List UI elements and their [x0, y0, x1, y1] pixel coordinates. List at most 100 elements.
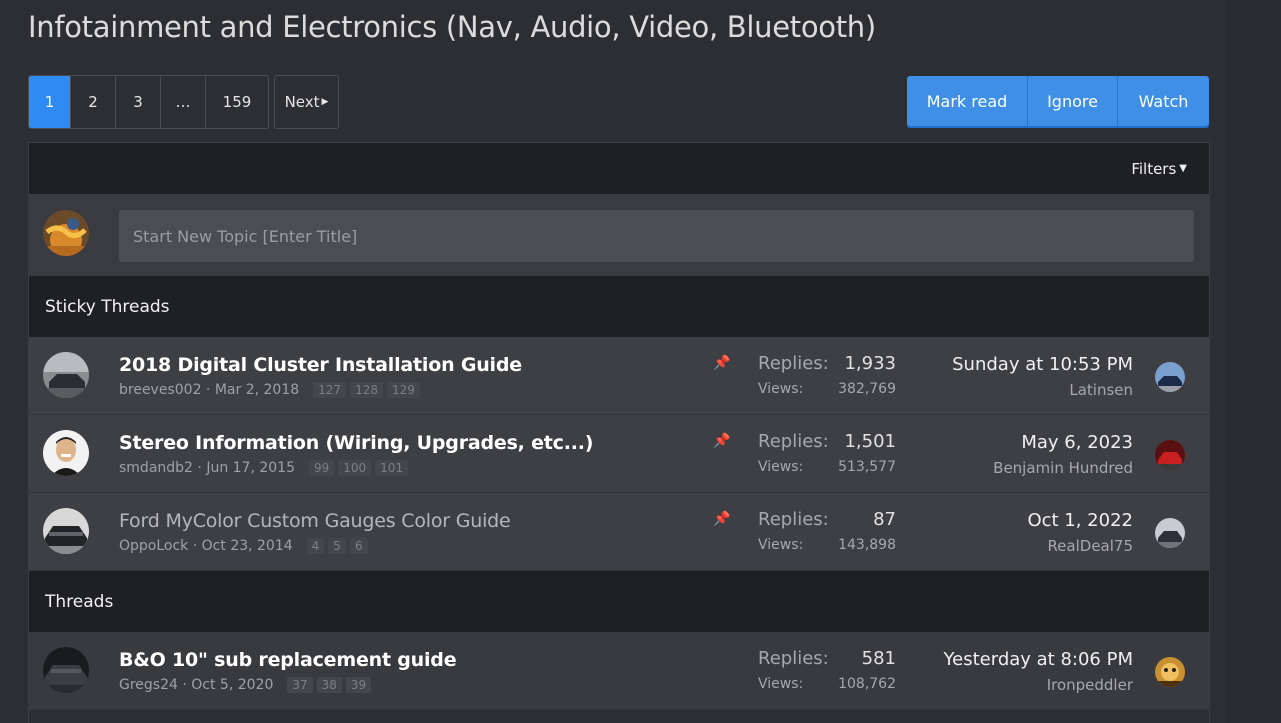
watch-button[interactable]: Watch [1118, 76, 1209, 126]
pin-icon: 📌 [713, 355, 731, 371]
avatar[interactable] [43, 210, 89, 256]
sticky-thread-row[interactable]: Stereo Information (Wiring, Upgrades, et… [29, 415, 1209, 493]
thread-title[interactable]: Ford MyColor Custom Gauges Color Guide [119, 510, 511, 532]
filter-bar: Filters ▼ [29, 143, 1209, 195]
filters-label: Filters [1131, 159, 1177, 178]
last-post-date[interactable]: Oct 1, 2022 [1027, 510, 1133, 531]
mark-read-button[interactable]: Mark read [907, 76, 1028, 126]
last-post-date[interactable]: May 6, 2023 [1021, 432, 1133, 453]
replies-count: 87 [873, 509, 896, 530]
last-poster-avatar[interactable] [1155, 657, 1185, 687]
last-post-user[interactable]: RealDeal75 [1047, 537, 1133, 555]
thread-meta: OppoLock · Oct 23, 2014 4 5 6 [119, 538, 372, 554]
replies-label: Replies: [758, 509, 829, 530]
avatar[interactable] [43, 430, 89, 476]
replies-label: Replies: [758, 431, 829, 452]
thread-author[interactable]: smdandb2 [119, 460, 193, 476]
next-label: Next [284, 93, 320, 111]
thread-date[interactable]: Oct 23, 2014 [202, 538, 293, 554]
page-last-button[interactable]: 159 [206, 76, 268, 128]
thread-page-link[interactable]: 99 [308, 460, 335, 476]
avatar[interactable] [43, 352, 89, 398]
thread-title[interactable]: Stereo Information (Wiring, Upgrades, et… [119, 432, 593, 454]
sticky-threads-header: Sticky Threads [29, 276, 1209, 337]
thread-page-link[interactable]: 129 [386, 382, 420, 398]
last-post-date[interactable]: Yesterday at 8:06 PM [944, 649, 1133, 670]
views-label: Views: [758, 537, 804, 553]
last-poster-avatar[interactable] [1155, 518, 1185, 548]
last-post-user[interactable]: Ironpeddler [1047, 676, 1133, 694]
chevron-right-icon: ▶ [321, 97, 329, 107]
thread-page-link[interactable]: 100 [338, 460, 372, 476]
views-count: 143,898 [838, 537, 896, 553]
thread-page-links: 4 5 6 [306, 538, 372, 554]
views-label: Views: [758, 381, 804, 397]
thread-author[interactable]: breeves002 [119, 382, 201, 398]
last-post-user[interactable]: Benjamin Hundred [993, 459, 1133, 477]
page-1-button[interactable]: 1 [29, 76, 71, 128]
thread-page-link[interactable]: 127 [313, 382, 347, 398]
views-label: Views: [758, 459, 804, 475]
last-post-date[interactable]: Sunday at 10:53 PM [952, 354, 1133, 375]
last-post-user[interactable]: Latinsen [1069, 381, 1133, 399]
next-page-button[interactable]: Next ▶ [274, 75, 339, 129]
thread-page-link[interactable]: 5 [328, 538, 346, 554]
page-2-button[interactable]: 2 [71, 76, 116, 128]
threads-header: Threads [29, 571, 1209, 632]
thread-title[interactable]: 2018 Digital Cluster Installation Guide [119, 354, 522, 376]
avatar[interactable] [43, 508, 89, 554]
meta-separator: · [188, 538, 202, 554]
replies-label: Replies: [758, 353, 829, 374]
thread-date[interactable]: Mar 2, 2018 [215, 382, 299, 398]
pin-icon: 📌 [713, 433, 731, 449]
thread-date[interactable]: Jun 17, 2015 [206, 460, 295, 476]
thread-page-link[interactable]: 37 [287, 677, 313, 693]
thread-list-block: Filters ▼ Sticky Threads 2018 D [28, 142, 1210, 723]
pagination: 1 2 3 … 159 Next ▶ [28, 75, 339, 129]
views-count: 513,577 [838, 459, 896, 475]
caret-down-icon: ▼ [1179, 163, 1187, 174]
thread-row[interactable]: B&O 10" sub replacement guide Gregs24 · … [29, 632, 1209, 710]
sticky-thread-row[interactable]: Ford MyColor Custom Gauges Color Guide O… [29, 493, 1209, 571]
replies-label: Replies: [758, 648, 829, 669]
views-count: 108,762 [838, 676, 896, 692]
meta-separator: · [177, 677, 192, 693]
page-3-button[interactable]: 3 [116, 76, 161, 128]
pin-icon: 📌 [713, 511, 731, 527]
thread-page-link[interactable]: 4 [306, 538, 325, 554]
thread-page-links: 127 128 129 [313, 382, 424, 398]
thread-title[interactable]: B&O 10" sub replacement guide [119, 649, 457, 671]
last-poster-avatar[interactable] [1155, 440, 1185, 470]
sticky-thread-row[interactable]: 2018 Digital Cluster Installation Guide … [29, 337, 1209, 415]
thread-page-link[interactable]: 6 [349, 538, 368, 554]
thread-meta: breeves002 · Mar 2, 2018 127 128 129 [119, 382, 424, 398]
new-topic-input[interactable] [119, 210, 1194, 262]
filters-button[interactable]: Filters ▼ [1131, 160, 1187, 178]
replies-count: 581 [861, 648, 896, 669]
replies-count: 1,933 [844, 353, 896, 374]
page-title: Infotainment and Electronics (Nav, Audio… [28, 10, 876, 44]
thread-page-link[interactable]: 128 [350, 382, 383, 398]
views-label: Views: [758, 676, 804, 692]
ignore-button[interactable]: Ignore [1028, 76, 1118, 126]
meta-separator: · [192, 460, 207, 476]
thread-meta: Gregs24 · Oct 5, 2020 37 38 39 [119, 677, 375, 693]
last-poster-avatar[interactable] [1155, 362, 1185, 392]
thread-meta: smdandb2 · Jun 17, 2015 99 100 101 [119, 460, 412, 476]
page-ellipsis-button[interactable]: … [161, 76, 206, 128]
thread-date[interactable]: Oct 5, 2020 [191, 677, 273, 693]
replies-count: 1,501 [844, 431, 896, 452]
avatar[interactable] [43, 647, 89, 693]
thread-author[interactable]: Gregs24 [119, 677, 178, 693]
new-topic-row [29, 195, 1209, 276]
thread-page-links: 37 38 39 [287, 677, 375, 693]
thread-page-link[interactable]: 101 [375, 460, 409, 476]
views-count: 382,769 [838, 381, 896, 397]
thread-author[interactable]: OppoLock [119, 538, 188, 554]
thread-page-link[interactable]: 38 [316, 677, 342, 693]
meta-separator: · [201, 382, 215, 398]
forum-actions: Mark read Ignore Watch [907, 76, 1209, 126]
right-gutter [1226, 0, 1281, 723]
thread-page-link[interactable]: 39 [345, 677, 372, 693]
thread-page-links: 99 100 101 [308, 460, 412, 476]
